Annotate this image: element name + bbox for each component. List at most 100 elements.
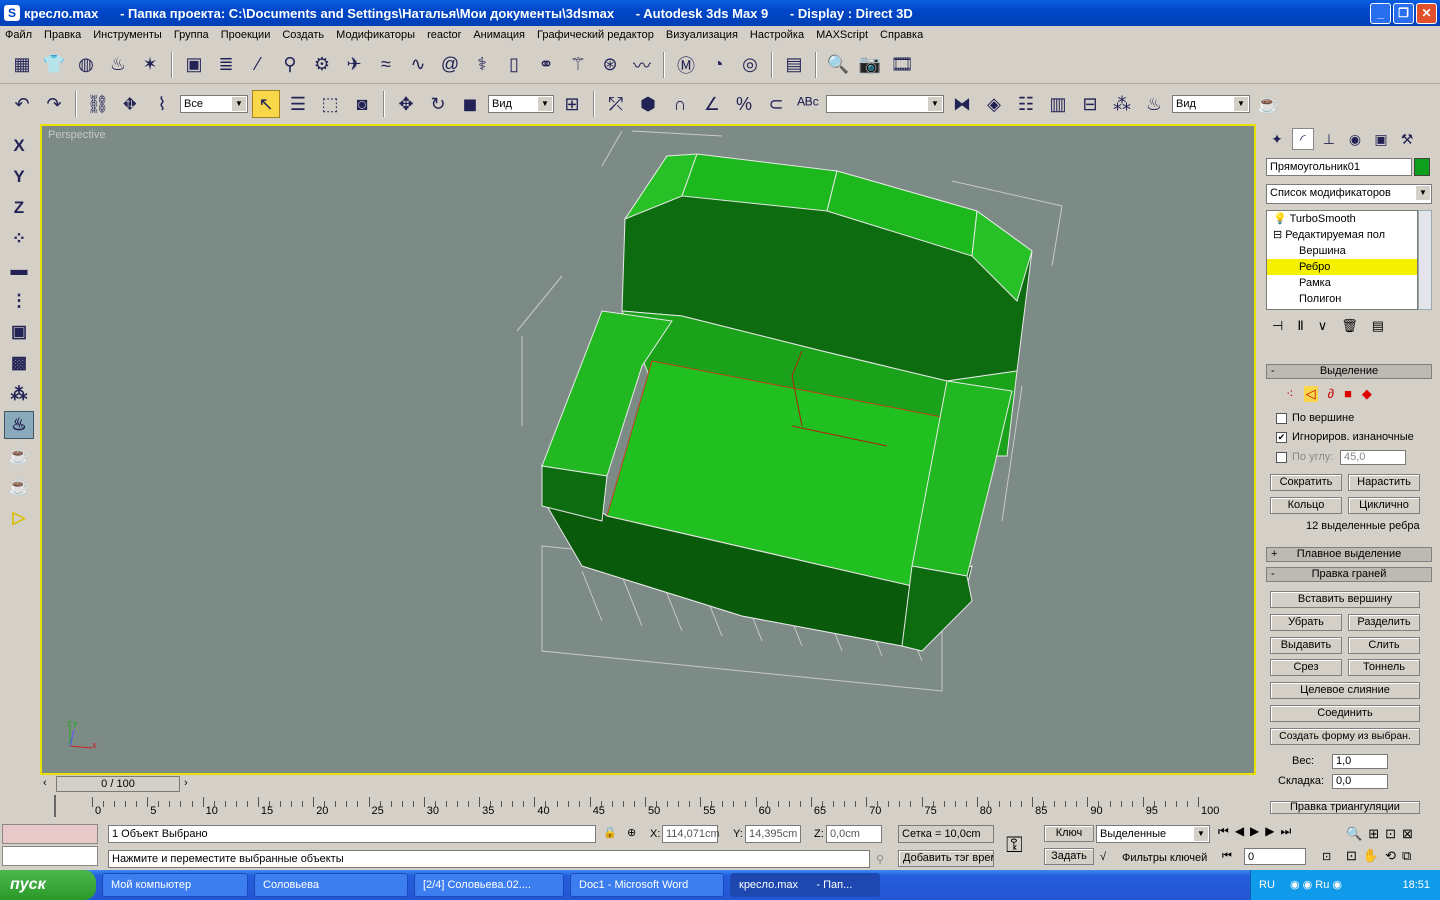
shrink-button[interactable]: Сократить: [1270, 474, 1342, 491]
minimize-button[interactable]: _: [1370, 3, 1391, 24]
fire-icon[interactable]: ♨: [4, 411, 34, 439]
edit-named-selection-icon[interactable]: ᴬᴮᶜ: [794, 90, 822, 118]
menu-graph-editors[interactable]: Графический редактор: [537, 29, 654, 41]
stack-item-edge[interactable]: Ребро: [1267, 259, 1417, 275]
angle-field[interactable]: 45,0: [1340, 450, 1406, 465]
z-coord-field[interactable]: 0,0cm: [826, 825, 882, 843]
split-button[interactable]: Разделить: [1348, 614, 1420, 631]
balls-icon[interactable]: ⁂: [4, 380, 34, 408]
ring-button[interactable]: Кольцо: [1270, 497, 1342, 514]
auto-key-button[interactable]: Ключ: [1044, 825, 1094, 842]
shirt-icon[interactable]: 👕: [40, 51, 68, 79]
zoom-all-icon[interactable]: ⊞: [1368, 826, 1379, 842]
create-tab-icon[interactable]: ✦: [1266, 128, 1288, 150]
checker-icon[interactable]: ▩: [4, 349, 34, 377]
remove-button[interactable]: Убрать: [1270, 614, 1342, 631]
track-bar[interactable]: 0 5 10 15 20 25 30 35 40 45 50 55 60 65 70 75 80 85 90 95 10…: [40, 795, 1256, 821]
dial-icon[interactable]: ◎: [736, 51, 764, 79]
render-teapot-icon[interactable]: ☕: [4, 442, 34, 470]
orbit-icon[interactable]: ⟲: [1385, 848, 1396, 864]
loop-button[interactable]: Циклично: [1348, 497, 1420, 514]
field-of-view-icon[interactable]: ⊡: [1346, 848, 1357, 864]
objects-icon[interactable]: ▦: [8, 51, 36, 79]
rect-selection-icon[interactable]: ⬚: [316, 90, 344, 118]
unlink-icon[interactable]: ⛖: [116, 90, 144, 118]
particles-icon[interactable]: ⁘: [4, 225, 34, 253]
task-word[interactable]: Doc1 - Microsoft Word: [570, 873, 724, 897]
magnifier-icon[interactable]: 🔍: [824, 51, 852, 79]
render-view-dropdown[interactable]: Вид: [1172, 95, 1250, 113]
lamp-icon[interactable]: ♨: [104, 51, 132, 79]
bridge-button[interactable]: Тоннель: [1348, 659, 1420, 676]
tool-icon[interactable]: ⚲: [276, 51, 304, 79]
zoom-extents-icon[interactable]: ⊡: [1385, 826, 1396, 842]
remove-modifier-icon[interactable]: 🗑: [1341, 318, 1358, 334]
schematic-view-icon[interactable]: ⊟: [1076, 90, 1104, 118]
stack-scrollbar[interactable]: [1418, 210, 1432, 310]
key-filter-dropdown[interactable]: Выделенные: [1096, 825, 1210, 843]
character-icon[interactable]: ✶: [136, 51, 164, 79]
stack-item-vertex[interactable]: Вершина: [1267, 243, 1417, 259]
task-my-computer[interactable]: Мой компьютер: [102, 873, 248, 897]
selection-rollout-header[interactable]: - Выделение: [1266, 364, 1432, 379]
configure-sets-icon[interactable]: ▤: [1372, 318, 1384, 334]
key-filters-button[interactable]: Фильтры ключей: [1122, 852, 1207, 864]
by-vertex-checkbox[interactable]: По вершине: [1276, 412, 1354, 424]
stack-item-turbosmooth[interactable]: 💡 TurboSmooth: [1267, 211, 1417, 227]
maxscript-listener[interactable]: [2, 824, 98, 844]
start-button[interactable]: пуск: [0, 870, 96, 900]
select-object-icon[interactable]: ↖: [252, 90, 280, 118]
display-tab-icon[interactable]: ▣: [1370, 128, 1392, 150]
chamfer-button[interactable]: Срез: [1270, 659, 1342, 676]
weld-button[interactable]: Слить: [1348, 637, 1420, 654]
cloth-icon[interactable]: ▯: [500, 51, 528, 79]
polygon-mode-icon[interactable]: ■: [1344, 386, 1352, 402]
stack-item-polygon[interactable]: Полигон: [1267, 291, 1417, 307]
edit-triangulation-button[interactable]: Правка триангуляции: [1270, 801, 1420, 814]
show-end-result-icon[interactable]: Ⅱ: [1297, 318, 1303, 334]
current-frame-field[interactable]: 0: [1244, 848, 1306, 865]
undo-icon[interactable]: ↶: [8, 90, 36, 118]
task-3dsmax[interactable]: кресло.max - Пап...: [730, 873, 880, 897]
object-name-field[interactable]: Прямоугольник01: [1266, 158, 1412, 176]
stack-item-editable-poly[interactable]: ⊟ Редактируемая пол: [1267, 227, 1417, 243]
manipulate-icon[interactable]: ⤱: [602, 90, 630, 118]
key-icon[interactable]: ⚿: [1006, 832, 1023, 858]
goto-start-icon[interactable]: ⏮: [1218, 824, 1229, 839]
angle-snap-icon[interactable]: ∠: [698, 90, 726, 118]
link-icon[interactable]: ⚭: [532, 51, 560, 79]
key-curve-icon[interactable]: √: [1100, 851, 1106, 863]
menu-animation[interactable]: Анимация: [473, 29, 525, 41]
weight-field[interactable]: 1,0: [1332, 754, 1388, 769]
axis-y-button[interactable]: Y: [4, 163, 34, 191]
reference-coord-dropdown[interactable]: Вид: [488, 95, 554, 113]
prev-frame-icon[interactable]: ◀: [1235, 824, 1244, 839]
utilities-tab-icon[interactable]: ⚒: [1396, 128, 1418, 150]
layer-manager-icon[interactable]: ☷: [1012, 90, 1040, 118]
bone-icon[interactable]: ⚕: [468, 51, 496, 79]
select-link-icon[interactable]: ⛓: [84, 90, 112, 118]
menu-file[interactable]: Файл: [5, 29, 32, 41]
modify-tab-icon[interactable]: ◜: [1292, 128, 1314, 150]
maximize-viewport-icon[interactable]: ⧉: [1402, 848, 1411, 864]
pin-stack-icon[interactable]: ⊣: [1272, 318, 1283, 334]
menu-group[interactable]: Группа: [174, 29, 209, 41]
material-editor-icon[interactable]: ⁂: [1108, 90, 1136, 118]
insert-vertex-button[interactable]: Вставить вершину: [1270, 591, 1420, 608]
x-coord-field[interactable]: 114,071cm: [662, 825, 720, 843]
redo-icon[interactable]: ↷: [40, 90, 68, 118]
menu-modifiers[interactable]: Модификаторы: [336, 29, 415, 41]
pan-icon[interactable]: ✋: [1363, 848, 1379, 864]
zoom-extents-all-icon[interactable]: ⊠: [1402, 826, 1413, 842]
time-prev-icon[interactable]: ‹: [43, 777, 47, 789]
gauge-icon[interactable]: ◔: [704, 51, 732, 79]
goto-end-icon[interactable]: ⏭: [1281, 824, 1292, 839]
maxscript-output[interactable]: [2, 846, 98, 866]
vertex-mode-icon[interactable]: ⁖: [1286, 386, 1294, 402]
extrude-button[interactable]: Выдавить: [1270, 637, 1342, 654]
element-mode-icon[interactable]: ◆: [1362, 386, 1372, 402]
hierarchy-tab-icon[interactable]: ⊥: [1318, 128, 1340, 150]
ruler-icon[interactable]: ▬: [4, 256, 34, 284]
panel-icon[interactable]: ▣: [4, 318, 34, 346]
menu-tools[interactable]: Инструменты: [93, 29, 162, 41]
